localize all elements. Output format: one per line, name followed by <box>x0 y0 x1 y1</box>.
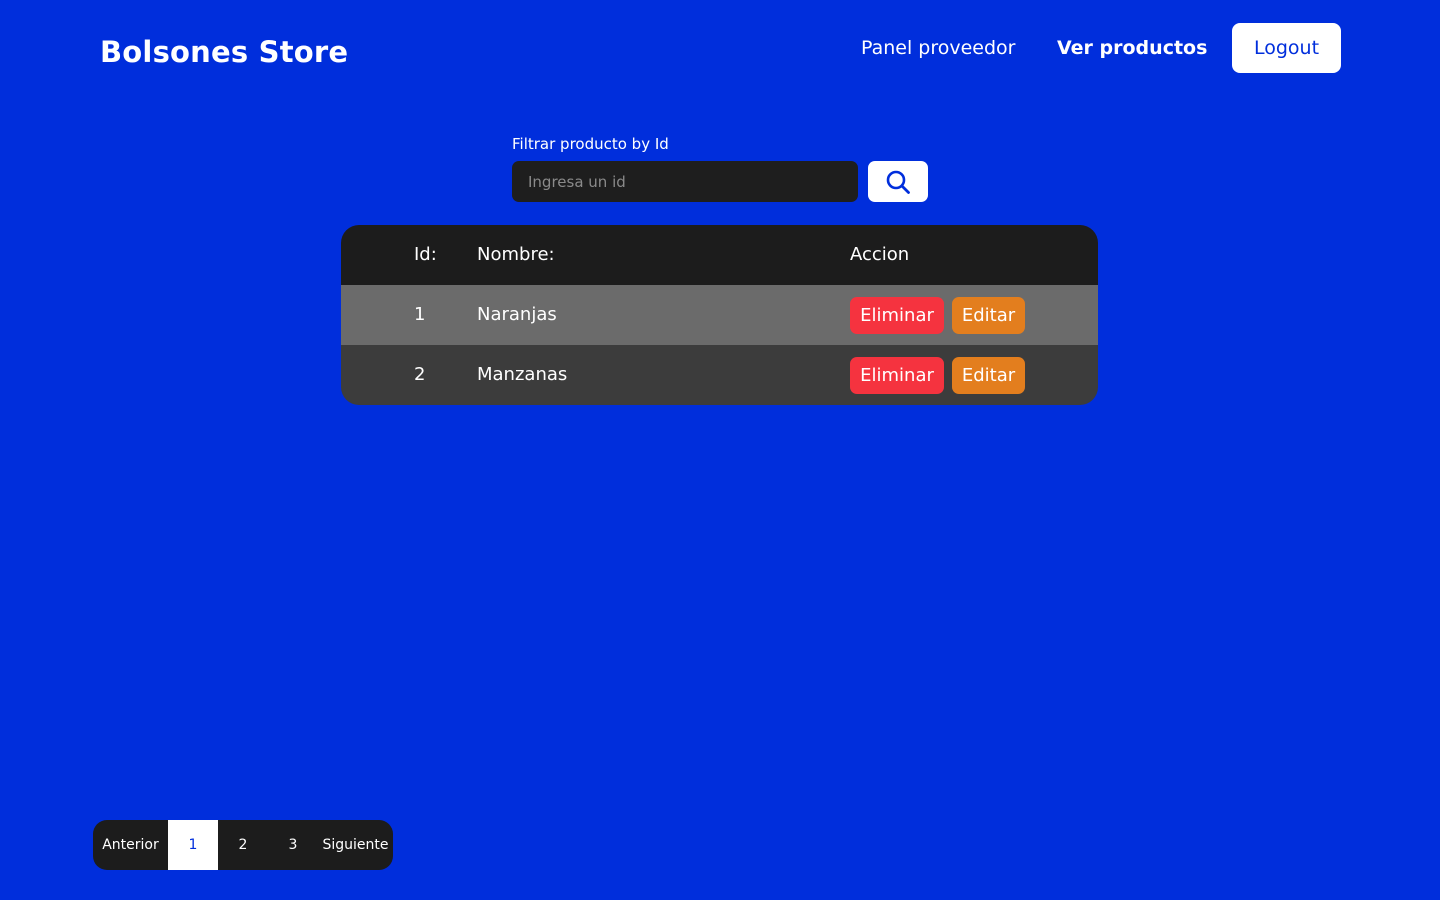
search-button[interactable] <box>868 161 928 202</box>
nav-ver-productos[interactable]: Ver productos <box>1057 34 1207 62</box>
id-filter-input[interactable] <box>512 161 858 202</box>
pagination-page-2[interactable]: 2 <box>218 820 268 870</box>
products-table: Id: Nombre: Accion 1 Naranjas Eliminar E… <box>341 225 1098 405</box>
delete-button[interactable]: Eliminar <box>850 297 944 334</box>
row-id: 1 <box>414 304 426 325</box>
pagination-page-3[interactable]: 3 <box>268 820 318 870</box>
row-id: 2 <box>414 364 426 385</box>
pagination-page-1[interactable]: 1 <box>168 820 218 870</box>
table-row: 1 Naranjas Eliminar Editar <box>341 285 1098 345</box>
filter-label: Filtrar producto by Id <box>512 135 669 153</box>
header-action: Accion <box>850 244 910 265</box>
header-name: Nombre: <box>477 244 555 265</box>
nav-panel-proveedor[interactable]: Panel proveedor <box>861 34 1016 62</box>
pagination: Anterior 1 2 3 Siguiente <box>93 820 393 870</box>
edit-button[interactable]: Editar <box>952 357 1025 394</box>
edit-button[interactable]: Editar <box>952 297 1025 334</box>
row-name: Naranjas <box>477 304 557 325</box>
logout-button[interactable]: Logout <box>1232 23 1341 73</box>
brand-title[interactable]: Bolsones Store <box>100 33 348 71</box>
table-row: 2 Manzanas Eliminar Editar <box>341 345 1098 405</box>
page: Bolsones Store Panel proveedor Ver produ… <box>0 0 1440 900</box>
row-name: Manzanas <box>477 364 568 385</box>
pagination-next[interactable]: Siguiente <box>318 820 393 870</box>
header-id: Id: <box>414 244 437 265</box>
search-icon <box>886 170 910 194</box>
pagination-prev[interactable]: Anterior <box>93 820 168 870</box>
table-header-row: Id: Nombre: Accion <box>341 225 1098 285</box>
delete-button[interactable]: Eliminar <box>850 357 944 394</box>
